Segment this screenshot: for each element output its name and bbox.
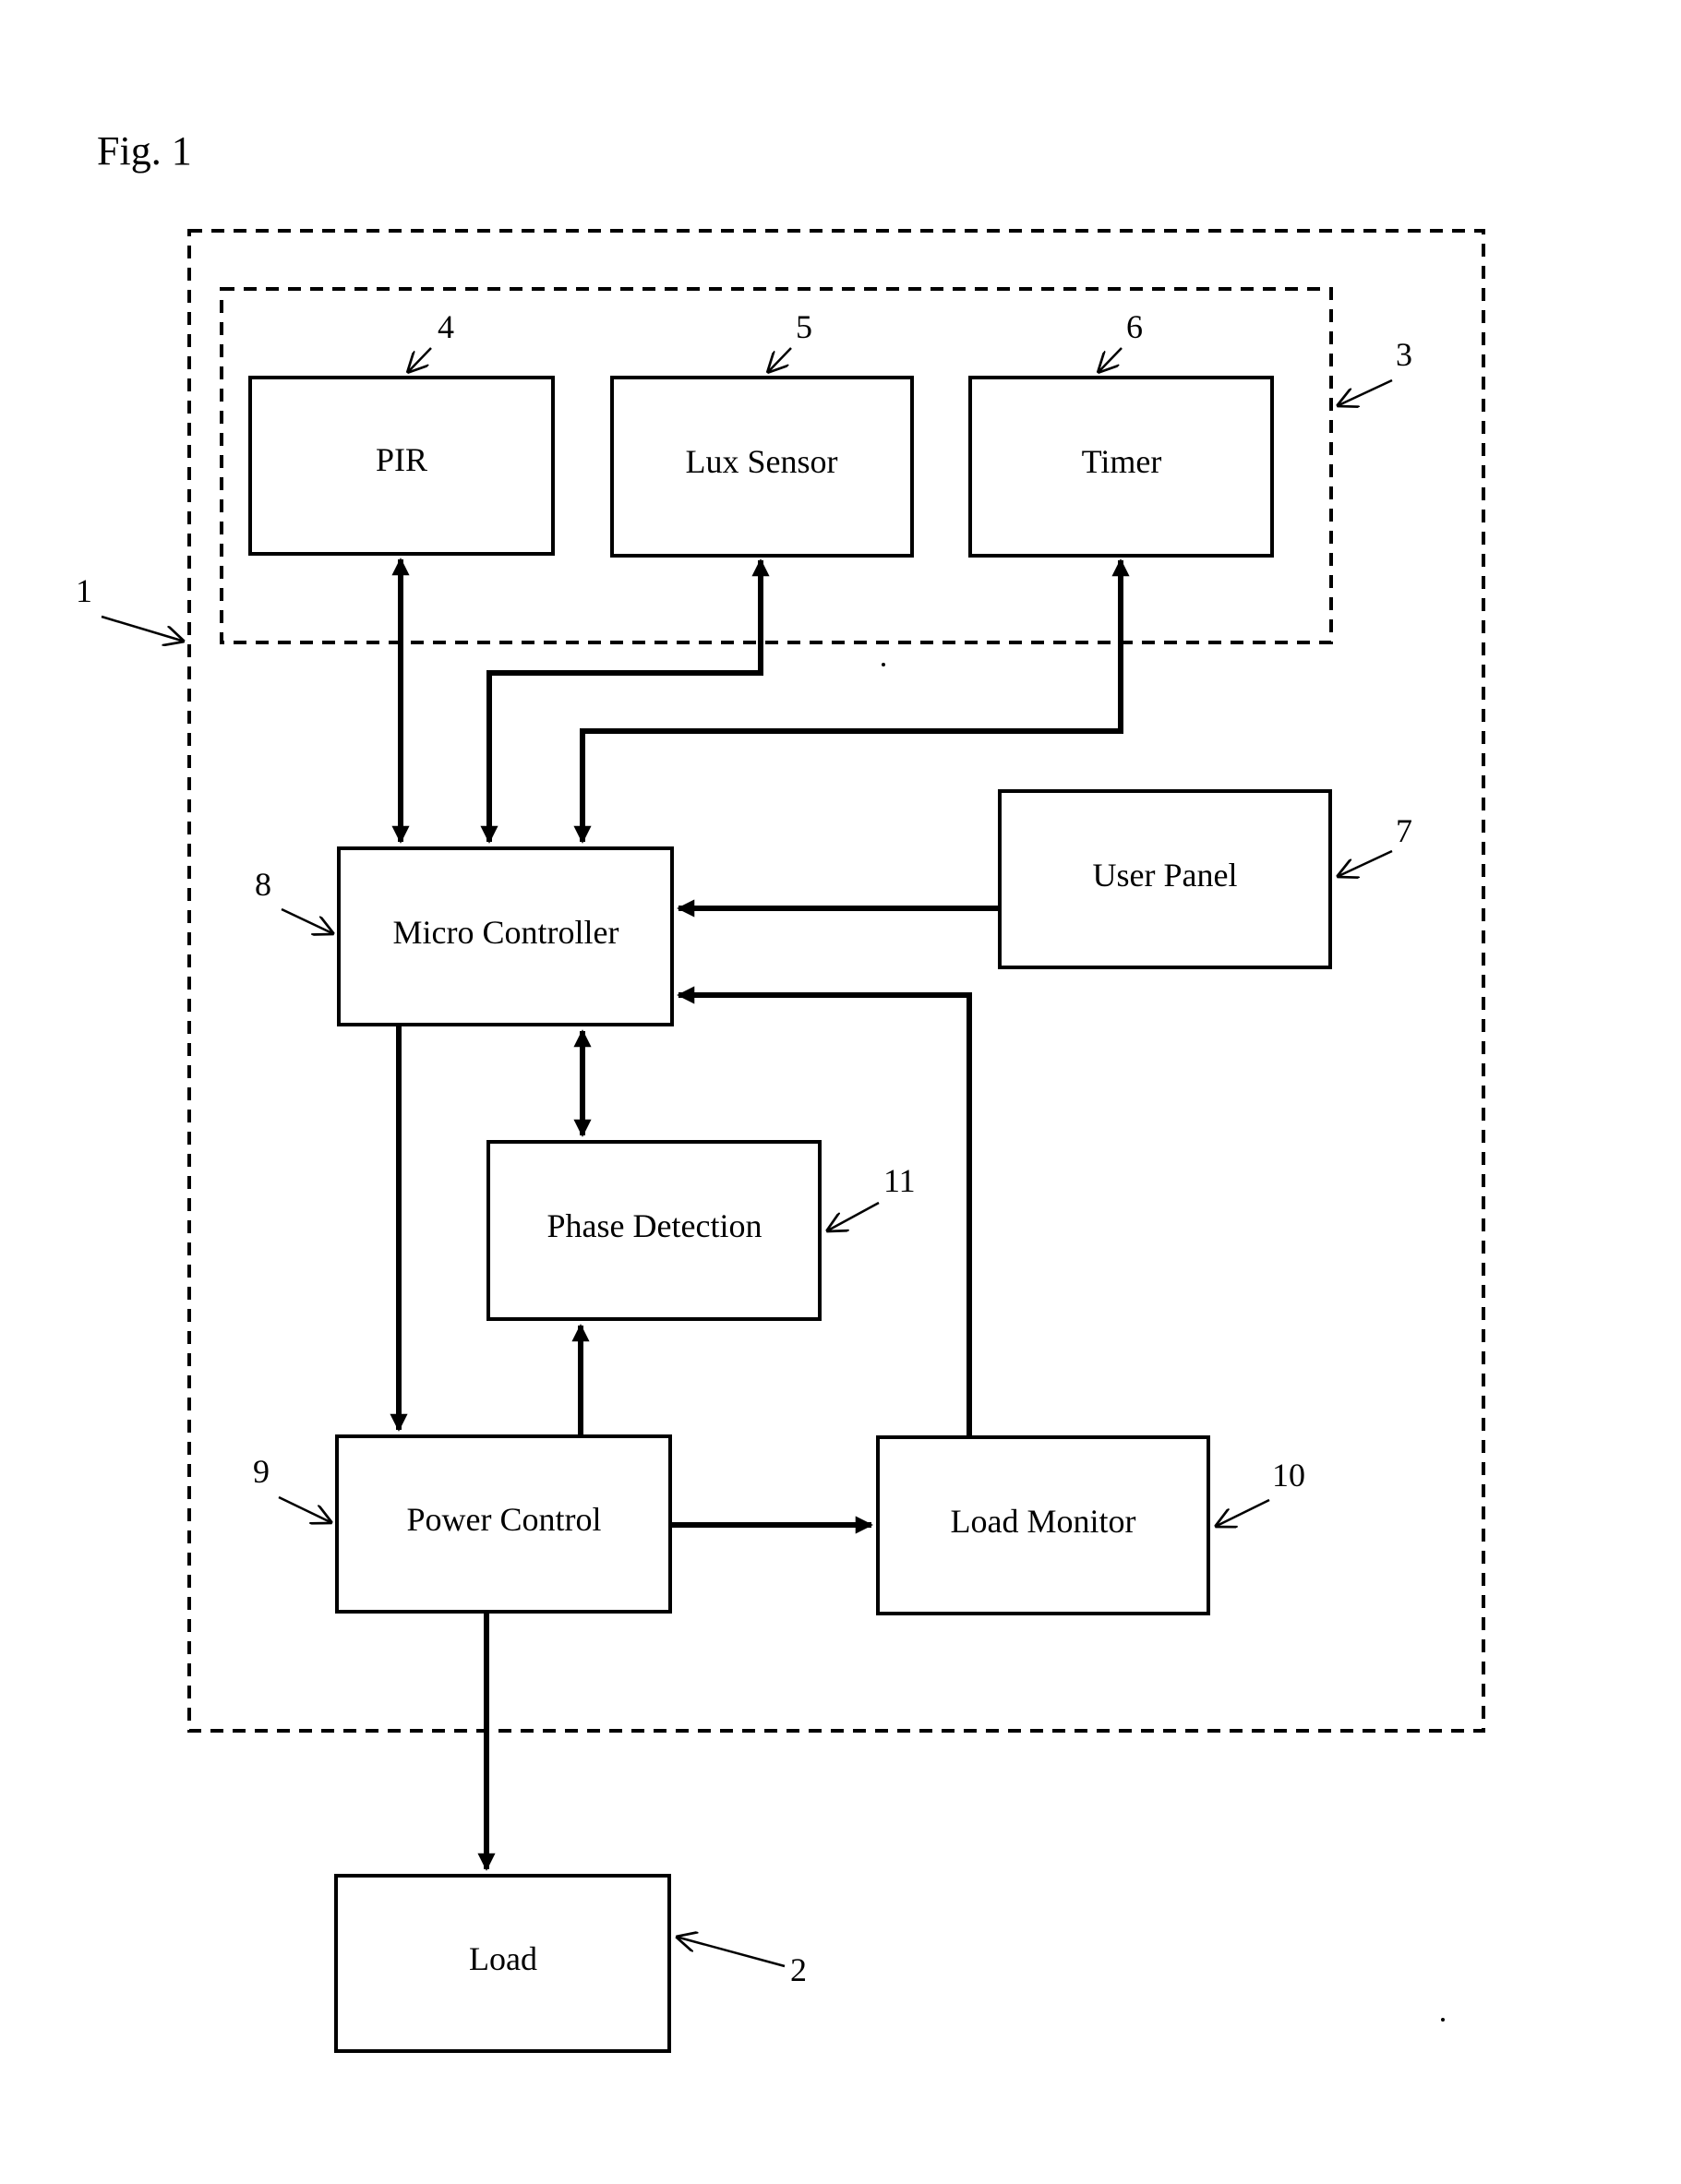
leader-arrow-icon xyxy=(278,1495,332,1523)
ref-number: 2 xyxy=(790,1951,807,1988)
figure-title: Fig. 1 xyxy=(97,128,192,174)
block-lux-sensor: Lux Sensor 5 xyxy=(610,308,914,558)
block-micro-controller: Micro Controller 8 xyxy=(255,846,674,1026)
ref-number: 8 xyxy=(255,866,271,903)
leader-arrow-icon xyxy=(1337,849,1393,877)
block-label: PIR xyxy=(376,441,427,478)
block-diagram: Fig. 1 1 3 PIR 4 Lux Sensor 5 Timer 6 Us… xyxy=(76,128,1485,2053)
leader-arrow-icon xyxy=(281,907,334,934)
block-label: Micro Controller xyxy=(393,914,619,951)
leader-arrow-icon xyxy=(1215,1498,1270,1527)
ref-sensors: 3 xyxy=(1337,336,1412,406)
leader-arrow-icon xyxy=(1337,378,1393,406)
scan-speck xyxy=(882,663,885,666)
block-label: Power Control xyxy=(407,1501,602,1538)
ref-number: 10 xyxy=(1272,1457,1305,1494)
block-pir: PIR 4 xyxy=(248,308,555,556)
block-label: User Panel xyxy=(1093,857,1238,894)
block-user-panel: User Panel 7 xyxy=(998,789,1412,969)
svg-text:3: 3 xyxy=(1396,336,1412,373)
leader-arrow-icon xyxy=(676,1937,786,1968)
block-phase-detection: Phase Detection 11 xyxy=(486,1140,916,1321)
ref-device: 1 xyxy=(76,572,185,642)
block-load-monitor: Load Monitor 10 xyxy=(876,1435,1305,1615)
block-label: Timer xyxy=(1082,443,1162,480)
block-power-control: Power Control 9 xyxy=(253,1434,672,1614)
block-label: Phase Detection xyxy=(547,1207,762,1244)
scan-speck xyxy=(1441,2018,1445,2022)
leader-arrow-icon xyxy=(1098,347,1123,373)
wire-lux-micro xyxy=(480,558,770,844)
leader-arrow-icon xyxy=(767,347,792,373)
ref-number: 5 xyxy=(796,308,812,345)
block-label: Lux Sensor xyxy=(686,443,838,480)
ref-number: 9 xyxy=(253,1453,270,1490)
ref-number: 4 xyxy=(438,308,454,345)
block-timer: Timer 6 xyxy=(968,308,1274,558)
leader-arrow-icon xyxy=(101,615,185,642)
block-label: Load xyxy=(469,1940,537,1977)
leader-arrow-icon xyxy=(407,347,432,373)
block-load: Load 2 xyxy=(334,1874,807,2053)
block-label: Load Monitor xyxy=(951,1503,1136,1540)
svg-text:1: 1 xyxy=(76,572,92,609)
leader-arrow-icon xyxy=(826,1201,880,1231)
ref-number: 7 xyxy=(1396,812,1412,849)
ref-number: 6 xyxy=(1126,308,1143,345)
ref-number: 11 xyxy=(883,1162,916,1199)
